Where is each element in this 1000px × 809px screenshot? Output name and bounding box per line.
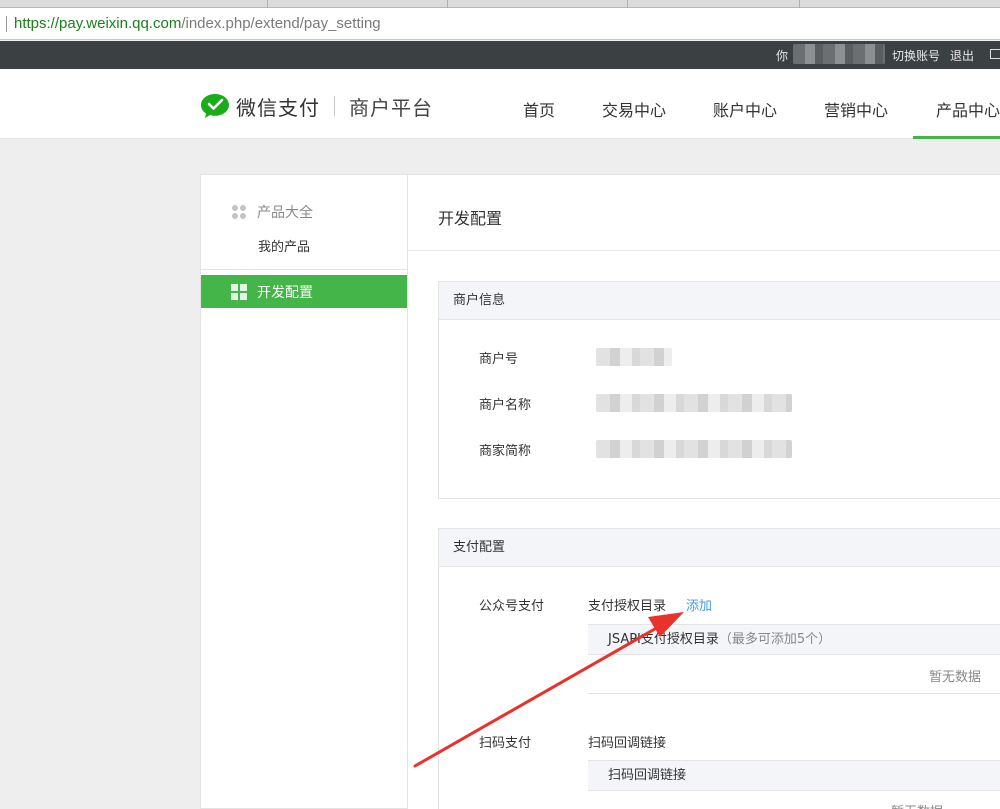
browser-address-bar[interactable]: https://pay.weixin.qq.com/index.php/exte… bbox=[0, 8, 1000, 40]
page-title: 开发配置 bbox=[438, 209, 503, 228]
greeting-text: 你 bbox=[776, 49, 789, 63]
url-path: /index.php/extend/pay_setting bbox=[181, 15, 381, 32]
nav-products[interactable]: 产品中心 bbox=[936, 97, 1000, 121]
merchant-id-label: 商户号 bbox=[479, 352, 519, 367]
jsapi-empty-text: 暂无数据 bbox=[929, 670, 982, 685]
merchant-id-value-redacted bbox=[596, 348, 672, 366]
grid-squares-icon bbox=[231, 283, 247, 300]
mail-icon[interactable] bbox=[990, 49, 1000, 59]
card-title: 支付配置 bbox=[439, 529, 1000, 567]
switch-account-link[interactable]: 切换账号 bbox=[892, 47, 940, 64]
nav-home[interactable]: 首页 bbox=[523, 97, 555, 121]
native-callback-table-title: 扫码回调链接 bbox=[608, 768, 687, 783]
url-scheme: https:// bbox=[14, 15, 60, 32]
card-title: 商户信息 bbox=[439, 282, 1000, 320]
merchant-name-label: 商户名称 bbox=[479, 398, 532, 413]
nav-account[interactable]: 账户中心 bbox=[713, 97, 777, 121]
native-empty-text: 暂无数据 bbox=[891, 801, 943, 809]
merchant-info-card: 商户信息 商户号 商户名称 商家简称 bbox=[438, 281, 1000, 499]
sidebar-group-products[interactable]: 产品大全 bbox=[231, 202, 313, 222]
address-bar-divider bbox=[6, 16, 7, 32]
url-host: pay.weixin.qq.com bbox=[59, 15, 182, 32]
browser-tab[interactable] bbox=[628, 0, 800, 8]
merchant-short-name-value-redacted bbox=[596, 440, 792, 458]
site-header: 微信支付 商户平台 首页 交易中心 账户中心 营销中心 产品中心 bbox=[0, 69, 1000, 139]
title-divider bbox=[408, 250, 1000, 251]
blurred-username bbox=[793, 44, 885, 64]
jsapi-dir-table-title: JSAPI支付授权目录 bbox=[608, 632, 719, 647]
nav-active-indicator bbox=[913, 136, 1000, 139]
brand-name: 微信支付 bbox=[236, 95, 320, 120]
jsapi-dir-table-bottom bbox=[588, 693, 1000, 694]
sidebar-item-dev-config[interactable]: 开发配置 bbox=[201, 275, 407, 308]
logo-divider bbox=[334, 96, 335, 116]
url-text[interactable]: https://pay.weixin.qq.com/index.php/exte… bbox=[14, 14, 381, 34]
nav-transactions[interactable]: 交易中心 bbox=[602, 97, 666, 121]
jsapi-dir-label: 支付授权目录 bbox=[588, 599, 667, 614]
sidebar: 产品大全 我的产品 开发配置 bbox=[200, 174, 408, 809]
payment-config-card: 支付配置 公众号支付 支付授权目录 添加 JSAPI支付授权目录（最多可添加5个… bbox=[438, 528, 1000, 809]
sidebar-item-label: 开发配置 bbox=[257, 284, 313, 301]
browser-tab[interactable] bbox=[88, 0, 268, 8]
logout-link[interactable]: 退出 bbox=[950, 47, 974, 64]
browser-tab[interactable] bbox=[268, 0, 448, 8]
sidebar-item-my-products[interactable]: 我的产品 bbox=[258, 236, 310, 255]
merchant-name-value-redacted bbox=[596, 394, 792, 412]
wechat-pay-icon bbox=[201, 94, 229, 118]
jsapi-dir-table-header: JSAPI支付授权目录（最多可添加5个） bbox=[588, 624, 1000, 655]
jsapi-pay-label: 公众号支付 bbox=[479, 599, 545, 614]
merchant-short-name-label: 商家简称 bbox=[479, 444, 532, 459]
native-callback-table-header: 扫码回调链接 bbox=[588, 760, 1000, 791]
add-jsapi-dir-link[interactable]: 添加 bbox=[686, 595, 712, 614]
wechat-pay-logo[interactable]: 微信支付 商户平台 bbox=[200, 93, 433, 120]
platform-name: 商户平台 bbox=[349, 95, 433, 120]
browser-tabstrip bbox=[0, 0, 1000, 8]
sidebar-group-label: 产品大全 bbox=[257, 205, 313, 221]
grid-dots-icon bbox=[232, 205, 246, 219]
main-panel: 开发配置 商户信息 商户号 商户名称 商家简称 支付配置 公众号支付 支付授权目… bbox=[408, 174, 1000, 809]
native-pay-label: 扫码支付 bbox=[479, 736, 532, 751]
native-callback-label: 扫码回调链接 bbox=[588, 736, 667, 751]
browser-tab[interactable] bbox=[448, 0, 628, 8]
sidebar-divider bbox=[201, 269, 407, 270]
nav-marketing[interactable]: 营销中心 bbox=[824, 97, 888, 121]
jsapi-dir-table-hint: （最多可添加5个） bbox=[718, 632, 832, 647]
account-topbar: 你 切换账号 退出 bbox=[0, 41, 1000, 69]
